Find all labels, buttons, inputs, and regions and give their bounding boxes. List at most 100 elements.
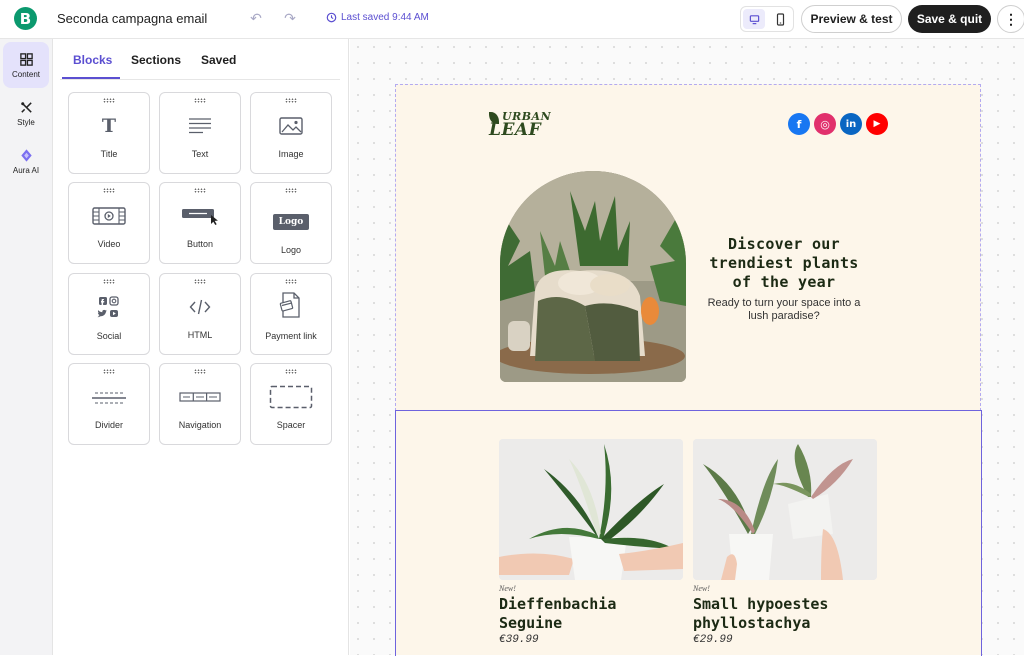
desktop-view-button[interactable]: [743, 9, 765, 29]
code-icon: [160, 294, 240, 320]
products-section[interactable]: New! Dieffenbachia Seguine €39.99 New! S…: [395, 410, 982, 656]
text-icon: [160, 113, 240, 139]
tab-saved[interactable]: Saved: [201, 53, 236, 67]
block-navigation[interactable]: Navigation: [159, 363, 241, 445]
email-preview: URBAN LEAF f ◎ in ▶ Discover our trendie…: [395, 84, 982, 656]
grid-icon: [19, 52, 33, 66]
mobile-icon: [776, 12, 784, 26]
block-text[interactable]: Text: [159, 92, 241, 174]
rail-item-aura-ai[interactable]: Aura AI: [3, 138, 49, 184]
rail-item-content[interactable]: Content: [3, 42, 49, 88]
block-label: Spacer: [276, 420, 306, 430]
product-price: €29.99: [693, 634, 733, 646]
undo-icon[interactable]: ↶: [248, 10, 264, 26]
product-image[interactable]: [693, 439, 877, 580]
block-label: Logo: [280, 245, 302, 255]
drag-handle-icon[interactable]: [285, 369, 297, 374]
button-icon: [160, 203, 240, 229]
block-social[interactable]: Social: [68, 273, 150, 355]
hero-heading: Discover our trendiest plants of the yea…: [709, 235, 859, 291]
tab-sections[interactable]: Sections: [131, 53, 181, 67]
drag-handle-icon[interactable]: [194, 279, 206, 284]
logo-icon: Logo: [251, 209, 331, 235]
header-hero-section[interactable]: URBAN LEAF f ◎ in ▶ Discover our trendie…: [395, 84, 981, 411]
app-logo[interactable]: B: [14, 7, 37, 30]
editor-canvas: URBAN LEAF f ◎ in ▶ Discover our trendie…: [350, 39, 1024, 656]
product-name: Dieffenbachia Seguine: [499, 595, 617, 632]
block-button[interactable]: Button: [159, 182, 241, 264]
drag-handle-icon[interactable]: [194, 369, 206, 374]
drag-handle-icon[interactable]: [103, 98, 115, 103]
payment-icon: [251, 292, 331, 318]
drag-handle-icon[interactable]: [285, 188, 297, 193]
youtube-icon[interactable]: ▶: [866, 113, 888, 135]
panel-tabs: Blocks Sections Saved: [60, 39, 340, 80]
block-label: Social: [96, 331, 122, 341]
tab-blocks[interactable]: Blocks: [73, 53, 112, 67]
drag-handle-icon[interactable]: [103, 369, 115, 374]
block-spacer[interactable]: Spacer: [250, 363, 332, 445]
product-card[interactable]: New! Small hypoestes phyllostachya €29.9…: [693, 439, 877, 646]
hero-subtitle: Ready to turn your space into a lush par…: [707, 297, 861, 322]
block-video[interactable]: Video: [68, 182, 150, 264]
logo-badge: Logo: [272, 214, 310, 230]
campaign-title[interactable]: Seconda campagna email: [57, 11, 207, 26]
product-name: Small hypoestes phyllostachya: [693, 595, 829, 632]
product-price: €39.99: [499, 634, 539, 646]
drag-handle-icon[interactable]: [285, 98, 297, 103]
block-title[interactable]: T Title: [68, 92, 150, 174]
block-logo[interactable]: Logo Logo: [250, 182, 332, 264]
hero-text[interactable]: Discover our trendiest plants of the yea…: [696, 235, 872, 323]
block-label: Title: [100, 149, 118, 159]
blocks-panel: Blocks Sections Saved T Title Text Image…: [53, 39, 349, 655]
title-icon: T: [101, 115, 117, 137]
last-saved-text: Last saved 9:44 AM: [341, 12, 429, 23]
block-image[interactable]: Image: [250, 92, 332, 174]
last-saved-status: Last saved 9:44 AM: [326, 12, 429, 23]
drag-handle-icon[interactable]: [194, 98, 206, 103]
history-icon: [326, 12, 337, 23]
block-divider[interactable]: Divider: [68, 363, 150, 445]
divider-icon: [69, 384, 149, 410]
spacer-icon: [251, 384, 331, 410]
desktop-icon: [749, 14, 759, 24]
product-badge: New!: [693, 584, 710, 593]
rail-label-content: Content: [11, 69, 41, 79]
block-label: Navigation: [178, 420, 222, 430]
save-quit-button[interactable]: Save & quit: [908, 5, 991, 33]
social-links: f ◎ in ▶: [788, 113, 888, 135]
brand-line2: LEAF: [489, 120, 542, 140]
drag-handle-icon[interactable]: [103, 188, 115, 193]
redo-icon[interactable]: ↷: [282, 10, 298, 26]
preview-test-button[interactable]: Preview & test: [801, 5, 902, 33]
sparkle-icon: [20, 148, 32, 162]
instagram-icon[interactable]: ◎: [814, 113, 836, 135]
block-label: Text: [191, 149, 209, 159]
brush-icon: [20, 101, 32, 113]
block-label: Divider: [94, 420, 123, 430]
product-badge: New!: [499, 584, 516, 593]
image-icon: [251, 113, 331, 139]
rail-label-aura-ai: Aura AI: [12, 165, 40, 175]
urban-leaf-logo[interactable]: URBAN LEAF: [489, 110, 555, 140]
rail-item-style[interactable]: Style: [3, 90, 49, 136]
block-label: Payment link: [265, 331, 317, 341]
more-options-icon[interactable]: ⋮: [997, 5, 1024, 33]
linkedin-icon[interactable]: in: [840, 113, 862, 135]
top-bar: B Seconda campagna email ↶ ↷ Last saved …: [0, 0, 1024, 39]
facebook-icon[interactable]: f: [788, 113, 810, 135]
mobile-view-button[interactable]: [769, 9, 791, 29]
navigation-icon: [160, 384, 240, 410]
hero-image[interactable]: [500, 171, 686, 382]
product-card[interactable]: New! Dieffenbachia Seguine €39.99: [499, 439, 683, 646]
drag-handle-icon[interactable]: [285, 279, 297, 284]
drag-handle-icon[interactable]: [103, 279, 115, 284]
block-label: Button: [186, 239, 214, 249]
block-html[interactable]: HTML: [159, 273, 241, 355]
block-label: Image: [278, 149, 304, 159]
product-image[interactable]: [499, 439, 683, 580]
social-icon: [69, 294, 149, 320]
rail-label-style: Style: [17, 117, 35, 127]
drag-handle-icon[interactable]: [194, 188, 206, 193]
block-payment-link[interactable]: Payment link: [250, 273, 332, 355]
